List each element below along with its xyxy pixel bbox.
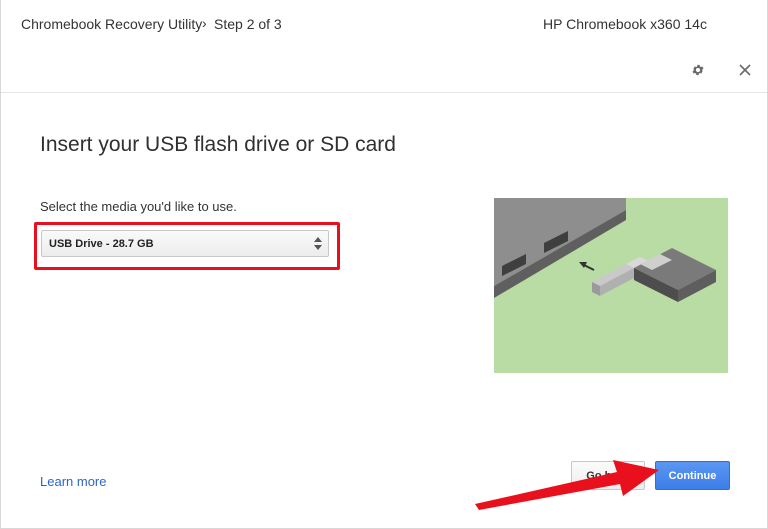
close-button[interactable] [733, 58, 757, 82]
recovery-utility-window: Chromebook Recovery Utility › Step 2 of … [0, 0, 768, 529]
close-icon [739, 64, 751, 76]
gear-icon [692, 64, 704, 76]
usb-illustration-graphic [494, 198, 728, 373]
step-indicator: Step 2 of 3 [214, 16, 282, 32]
device-name: HP Chromebook x360 14c [543, 16, 707, 32]
select-arrows-icon [314, 237, 322, 250]
continue-button[interactable]: Continue [655, 461, 730, 490]
settings-button[interactable] [686, 58, 710, 82]
media-select-value: USB Drive - 28.7 GB [49, 237, 154, 250]
breadcrumb-separator: › [202, 15, 207, 31]
media-select-dropdown[interactable]: USB Drive - 28.7 GB [41, 230, 329, 257]
page-heading: Insert your USB flash drive or SD card [40, 133, 396, 156]
go-back-button[interactable]: Go back [571, 461, 645, 490]
usb-insert-illustration [494, 198, 728, 373]
header-bar: Chromebook Recovery Utility › Step 2 of … [1, 0, 767, 93]
learn-more-link[interactable]: Learn more [40, 474, 106, 489]
media-select-label: Select the media you'd like to use. [40, 199, 237, 214]
app-title: Chromebook Recovery Utility [21, 16, 203, 32]
